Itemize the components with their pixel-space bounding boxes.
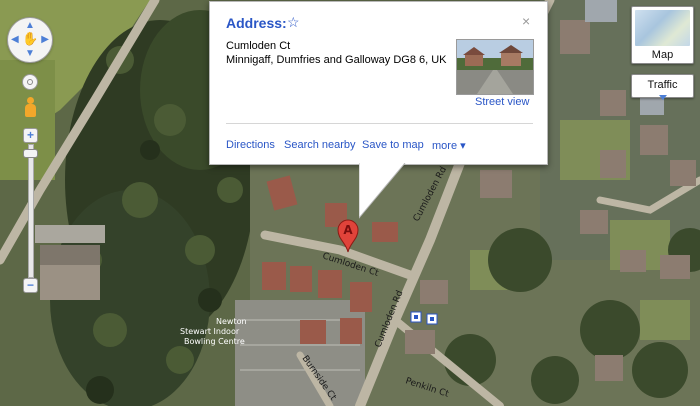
hand-icon: ✋ [22,31,39,46]
place-label-line1: Newton [216,317,247,326]
info-window-tail [359,163,406,219]
map-marker-a[interactable]: A [336,219,360,253]
pan-left-icon[interactable]: ◀ [11,35,19,45]
pan-control[interactable]: ▲ ▼ ◀ ▶ ✋ [8,18,52,62]
marker-letter: A [343,223,353,237]
pan-up-icon[interactable]: ▲ [25,21,35,31]
street-view-image [457,40,533,94]
rotate-button[interactable] [23,75,37,89]
directions-link[interactable]: Directions [226,139,275,151]
place-label-line3: Bowling Centre [184,337,245,346]
info-window: Address: ☆ × Cumloden Ct Minnigaff, Dumf… [209,1,548,219]
address-line-1: Cumloden Ct [226,40,291,52]
close-icon[interactable]: × [522,13,530,29]
traffic-label: Traffic [647,79,678,91]
map-thumbnail [635,10,690,46]
chevron-down-icon [659,95,667,100]
info-title: Address: [226,15,287,31]
address-line-2: Minnigaff, Dumfries and Galloway DG8 6, … [226,54,447,66]
zoom-slider-track[interactable] [29,145,33,277]
save-to-map-link[interactable]: Save to map [362,139,424,151]
zoom-in-button[interactable]: + [24,129,37,142]
star-icon[interactable]: ☆ [287,14,300,31]
pan-down-icon[interactable]: ▼ [25,49,35,59]
place-label-line2: Stewart Indoor [180,327,240,336]
divider [226,123,533,124]
street-view-thumbnail[interactable] [456,39,534,95]
street-view-link[interactable]: Street view [475,96,529,108]
map-type-label: Map [651,49,674,61]
zoom-out-button[interactable]: − [24,279,37,292]
pegman-icon[interactable] [24,97,36,121]
traffic-button[interactable]: Traffic [631,74,694,100]
zoom-slider-thumb[interactable] [24,150,37,157]
search-nearby-link[interactable]: Search nearby [284,139,356,151]
map-type-button[interactable]: Map [631,6,694,64]
more-link[interactable]: more ▾ [432,139,466,152]
pan-right-icon[interactable]: ▶ [41,35,49,45]
